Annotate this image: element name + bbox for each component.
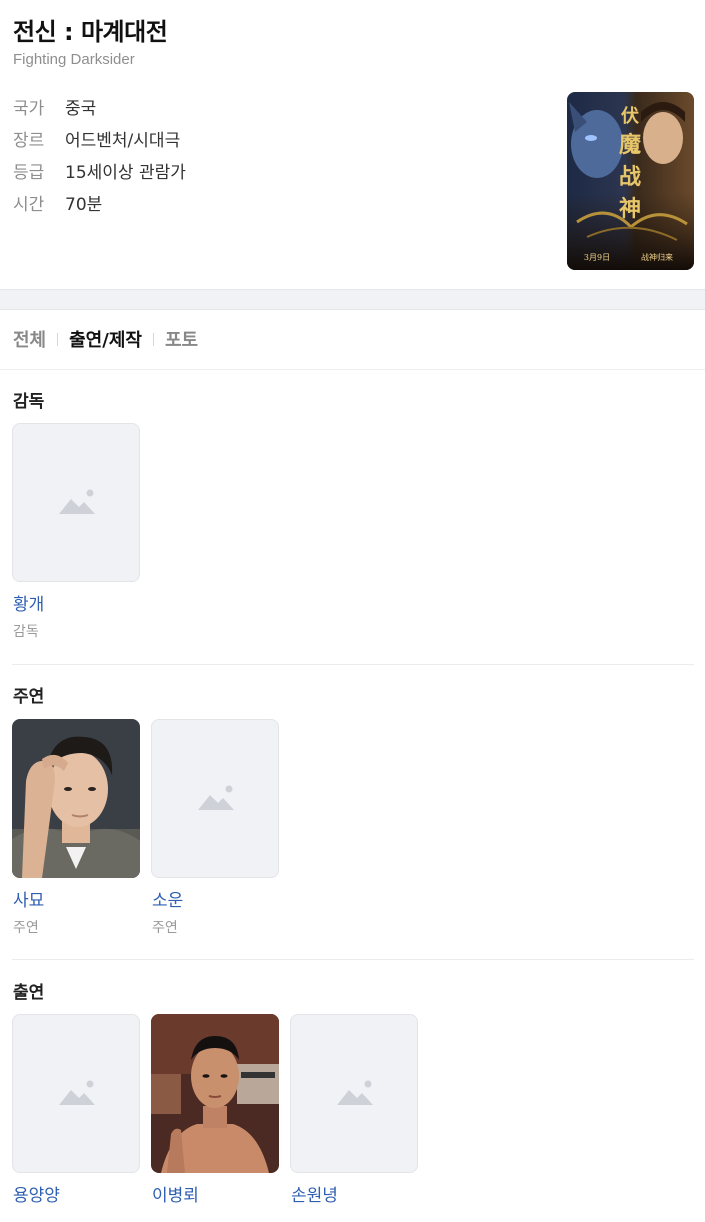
person-name[interactable]: 소운: [152, 886, 183, 911]
movie-title: 전신 : 마계대전: [13, 18, 168, 46]
person-card[interactable]: 황개 감독: [12, 423, 140, 640]
section-separator: [12, 664, 694, 665]
tab-all[interactable]: 전체: [13, 326, 46, 352]
person-card[interactable]: 사묘 주연: [12, 719, 140, 936]
person-photo[interactable]: [12, 423, 140, 582]
image-placeholder-icon: [198, 785, 234, 810]
info-key: 시간: [13, 194, 45, 215]
person-name[interactable]: 용양양: [13, 1181, 60, 1206]
tab-separator: [57, 332, 59, 346]
info-row-rating: 등급 15세이상 관람가: [13, 154, 186, 186]
person-name[interactable]: 황개: [13, 590, 44, 615]
info-value: 어드벤처/시대극: [65, 130, 181, 151]
svg-text:战: 战: [619, 164, 641, 190]
actor-portrait-image: [151, 1014, 279, 1173]
section-title-director: 감독: [13, 392, 45, 412]
person-photo[interactable]: [151, 719, 279, 878]
content-tabs: 전체 출연/제작 포토: [13, 326, 198, 352]
person-name[interactable]: 손원녕: [291, 1181, 338, 1206]
person-role: 주연: [13, 920, 39, 936]
tab-photos[interactable]: 포토: [165, 326, 198, 352]
person-role: 감독: [13, 624, 39, 640]
person-role: 주연: [152, 920, 178, 936]
poster-image: 伏 魔 战 神 3月9日 战神归来: [567, 92, 694, 270]
person-photo[interactable]: [12, 1014, 140, 1173]
section-title-lead: 주연: [13, 687, 45, 707]
person-photo[interactable]: [12, 719, 140, 878]
section-title-cast: 출연: [13, 983, 45, 1003]
person-card[interactable]: 용양양: [12, 1014, 140, 1206]
image-placeholder-icon: [59, 489, 95, 514]
actor-portrait-image: [12, 719, 140, 878]
svg-text:伏: 伏: [621, 105, 639, 127]
info-row-genre: 장르 어드벤처/시대극: [13, 122, 186, 154]
svg-text:神: 神: [619, 196, 641, 222]
image-placeholder-icon: [59, 1080, 95, 1105]
info-key: 등급: [13, 162, 45, 183]
movie-info-list: 국가 중국 장르 어드벤처/시대극 등급 15세이상 관람가 시간 70분: [13, 90, 186, 218]
info-row-country: 국가 중국: [13, 90, 186, 122]
info-value: 중국: [65, 98, 97, 119]
person-photo[interactable]: [290, 1014, 418, 1173]
person-card[interactable]: 이병뢰: [151, 1014, 279, 1206]
info-row-runtime: 시간 70분: [13, 186, 186, 218]
image-placeholder-icon: [337, 1080, 373, 1105]
info-key: 장르: [13, 130, 45, 151]
svg-text:魔: 魔: [619, 132, 641, 158]
section-separator: [12, 959, 694, 960]
svg-text:3月9日: 3月9日: [584, 253, 610, 262]
tab-cast-crew[interactable]: 출연/제작: [69, 326, 142, 352]
tabs-underline: [0, 369, 705, 370]
movie-poster[interactable]: 伏 魔 战 神 3月9日 战神归来: [567, 92, 694, 270]
person-card[interactable]: 소운 주연: [151, 719, 279, 936]
person-name[interactable]: 이병뢰: [152, 1181, 199, 1206]
section-divider: [0, 289, 705, 310]
movie-header: 전신 : 마계대전 Fighting Darksider 국가 중국 장르 어드…: [0, 0, 705, 289]
info-value: 70분: [65, 194, 103, 215]
info-key: 국가: [13, 98, 45, 119]
svg-text:战神归来: 战神归来: [641, 252, 673, 262]
person-card[interactable]: 손원녕: [290, 1014, 418, 1206]
tab-separator: [152, 332, 154, 346]
person-name[interactable]: 사묘: [13, 886, 44, 911]
person-photo[interactable]: [151, 1014, 279, 1173]
movie-subtitle: Fighting Darksider: [13, 51, 135, 68]
info-value: 15세이상 관람가: [65, 162, 186, 183]
